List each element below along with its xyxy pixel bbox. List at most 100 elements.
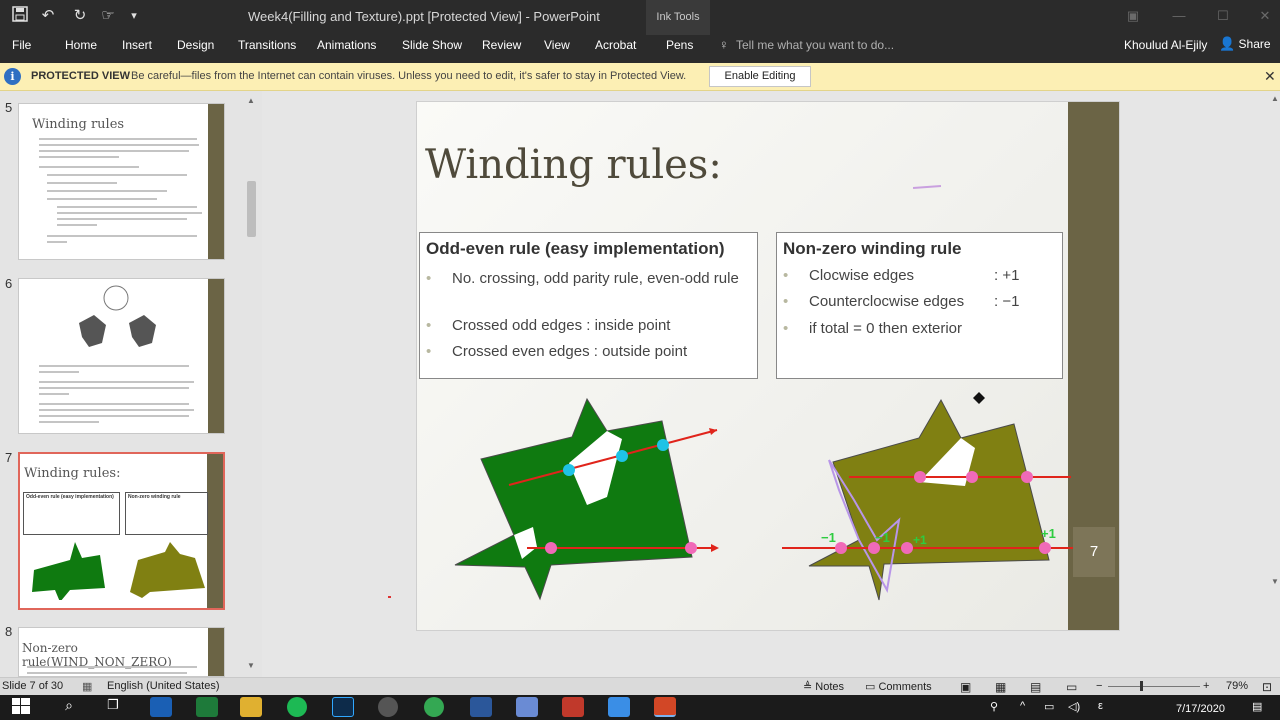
eraser-cursor-icon	[973, 392, 985, 404]
scroll-down-icon[interactable]: ▼	[1271, 577, 1279, 586]
enable-editing-button[interactable]: Enable Editing	[709, 66, 811, 87]
chrome-icon[interactable]	[424, 697, 444, 717]
thumbnail-slide-5[interactable]: Winding rules	[18, 103, 225, 260]
intersection-point	[966, 471, 978, 483]
touch-mode-icon[interactable]: ☞	[98, 6, 118, 26]
share-button[interactable]: 👤 Share	[1219, 36, 1271, 52]
scroll-up-icon[interactable]: ▲	[1271, 94, 1279, 103]
thumbnail-right-heading: Non-zero winding rule	[128, 494, 181, 500]
app-icon[interactable]	[196, 697, 218, 717]
thumbnail-scrollbar[interactable]: ▲ ▼	[244, 93, 260, 673]
slide-sorter-icon[interactable]: ▦	[995, 680, 1006, 694]
scroll-up-icon[interactable]: ▲	[247, 96, 255, 105]
save-icon[interactable]	[10, 6, 30, 26]
thumbnail-slide-8[interactable]: Non-zero rule(WIND_NON_ZERO)	[18, 627, 225, 677]
notifications-icon[interactable]: ▤	[1252, 700, 1262, 713]
minimize-icon[interactable]: —	[1170, 8, 1188, 26]
non-zero-heading: Non-zero winding rule	[783, 239, 962, 258]
title-bar: ↶ ↻ ☞ ▾ Week4(Filling and Texture).ppt […	[0, 0, 1280, 35]
zoom-in-icon[interactable]: +	[1203, 680, 1209, 692]
network-icon[interactable]: ▭	[1044, 700, 1054, 713]
bullet-item: • if total = 0 then exterior	[783, 320, 963, 337]
app-icon[interactable]	[562, 697, 584, 717]
notes-button[interactable]: ≜ Notes	[803, 680, 844, 693]
comments-button[interactable]: ▭ Comments	[865, 680, 932, 693]
zoom-slider-thumb[interactable]	[1140, 681, 1143, 691]
taskbar	[0, 695, 1280, 720]
volume-icon[interactable]: ◁)	[1068, 700, 1080, 713]
bullet-text: Crossed even edges : outside point	[452, 343, 688, 360]
tab-review[interactable]: Review	[482, 38, 521, 52]
spotify-icon[interactable]	[287, 697, 307, 717]
redo-icon[interactable]: ↻	[70, 6, 90, 26]
slideshow-view-icon[interactable]: ▭	[1066, 680, 1077, 694]
normal-view-icon[interactable]: ▣	[960, 680, 971, 694]
clock-date[interactable]: 7/17/2020	[1176, 703, 1225, 715]
tab-insert[interactable]: Insert	[122, 38, 152, 52]
thumbnail-left-heading: Odd-even rule (easy implementation)	[26, 494, 114, 500]
media-icon[interactable]	[378, 697, 398, 717]
bullet-text: Crossed odd edges : inside point	[452, 317, 671, 334]
ribbon-options-icon[interactable]: ▣	[1124, 8, 1142, 26]
tab-home[interactable]: Home	[65, 38, 97, 52]
fit-slide-icon[interactable]: ⊡	[1262, 680, 1272, 694]
bullet-value: : +1	[994, 267, 1020, 284]
share-label: Share	[1238, 37, 1271, 51]
zoom-out-icon[interactable]: −	[1096, 680, 1102, 692]
thumbnail-number: 8	[5, 624, 13, 639]
winding-label: −1	[875, 530, 890, 545]
language-label[interactable]: English (United States)	[107, 680, 220, 692]
photoshop-icon[interactable]	[332, 697, 354, 717]
close-window-icon[interactable]: ✕	[1256, 8, 1274, 26]
non-zero-box: Non-zero winding rule • Clocwise edges : …	[776, 232, 1063, 379]
maximize-icon[interactable]: ☐	[1214, 8, 1232, 26]
zoom-slider[interactable]	[1108, 686, 1200, 687]
tab-animations[interactable]: Animations	[317, 38, 376, 52]
intersection-point	[685, 542, 697, 554]
comments-label: Comments	[878, 681, 932, 693]
bullet-icon: •	[783, 320, 789, 337]
zoom-app-icon[interactable]	[608, 697, 630, 717]
zoom-level[interactable]: 79%	[1226, 680, 1248, 692]
scroll-down-icon[interactable]: ▼	[247, 661, 255, 670]
thumbnail-slide-7[interactable]: Winding rules: Odd-even rule (easy imple…	[18, 452, 225, 610]
intersection-point	[914, 471, 926, 483]
tab-view[interactable]: View	[544, 38, 570, 52]
start-icon[interactable]	[12, 698, 30, 714]
tab-design[interactable]: Design	[177, 38, 214, 52]
people-icon[interactable]: ⚲	[990, 700, 998, 713]
bullet-item: • Crossed even edges : outside point	[426, 343, 688, 360]
spelling-icon[interactable]: ▦	[82, 680, 92, 693]
thumbnail-number: 5	[5, 100, 13, 115]
tell-me-input[interactable]: Tell me what you want to do...	[736, 38, 894, 52]
bullet-text: if total = 0 then exterior	[809, 320, 963, 337]
reading-view-icon[interactable]: ▤	[1030, 680, 1041, 694]
tab-transitions[interactable]: Transitions	[238, 38, 296, 52]
chevron-up-icon[interactable]: ^	[1020, 700, 1025, 712]
file-explorer-icon[interactable]	[240, 697, 262, 717]
language-icon[interactable]: ε	[1098, 700, 1103, 712]
tab-pens[interactable]: Pens	[666, 38, 693, 52]
task-view-icon[interactable]: ❐	[102, 697, 124, 717]
search-icon[interactable]: ⌕	[58, 697, 80, 717]
powerpoint-icon[interactable]	[654, 697, 676, 717]
scrollbar-thumb[interactable]	[247, 181, 256, 237]
user-name[interactable]: Khoulud Al-Ejily	[1124, 38, 1207, 52]
app-icon[interactable]	[516, 697, 538, 717]
bullet-text: Clocwise edges	[809, 267, 915, 284]
slide-scrollbar[interactable]: ▲ ▼	[1270, 91, 1280, 677]
intersection-point	[835, 542, 847, 554]
tab-file[interactable]: File	[12, 38, 31, 52]
bullet-text: Counterclocwise edges	[809, 293, 965, 310]
slide-canvas[interactable]: Winding rules: Odd-even rule (easy imple…	[416, 101, 1120, 631]
tab-acrobat[interactable]: Acrobat	[595, 38, 636, 52]
protected-view-message: Be careful—files from the Internet can c…	[131, 70, 687, 82]
undo-icon[interactable]: ↶	[38, 6, 58, 26]
close-icon[interactable]: ✕	[1264, 68, 1276, 85]
odd-even-heading: Odd-even rule (easy implementation)	[426, 239, 725, 258]
mail-icon[interactable]	[150, 697, 172, 717]
thumbnail-slide-6[interactable]	[18, 278, 225, 434]
tab-slide-show[interactable]: Slide Show	[402, 38, 462, 52]
word-icon[interactable]	[470, 697, 492, 717]
customize-icon[interactable]: ▾	[124, 6, 144, 26]
